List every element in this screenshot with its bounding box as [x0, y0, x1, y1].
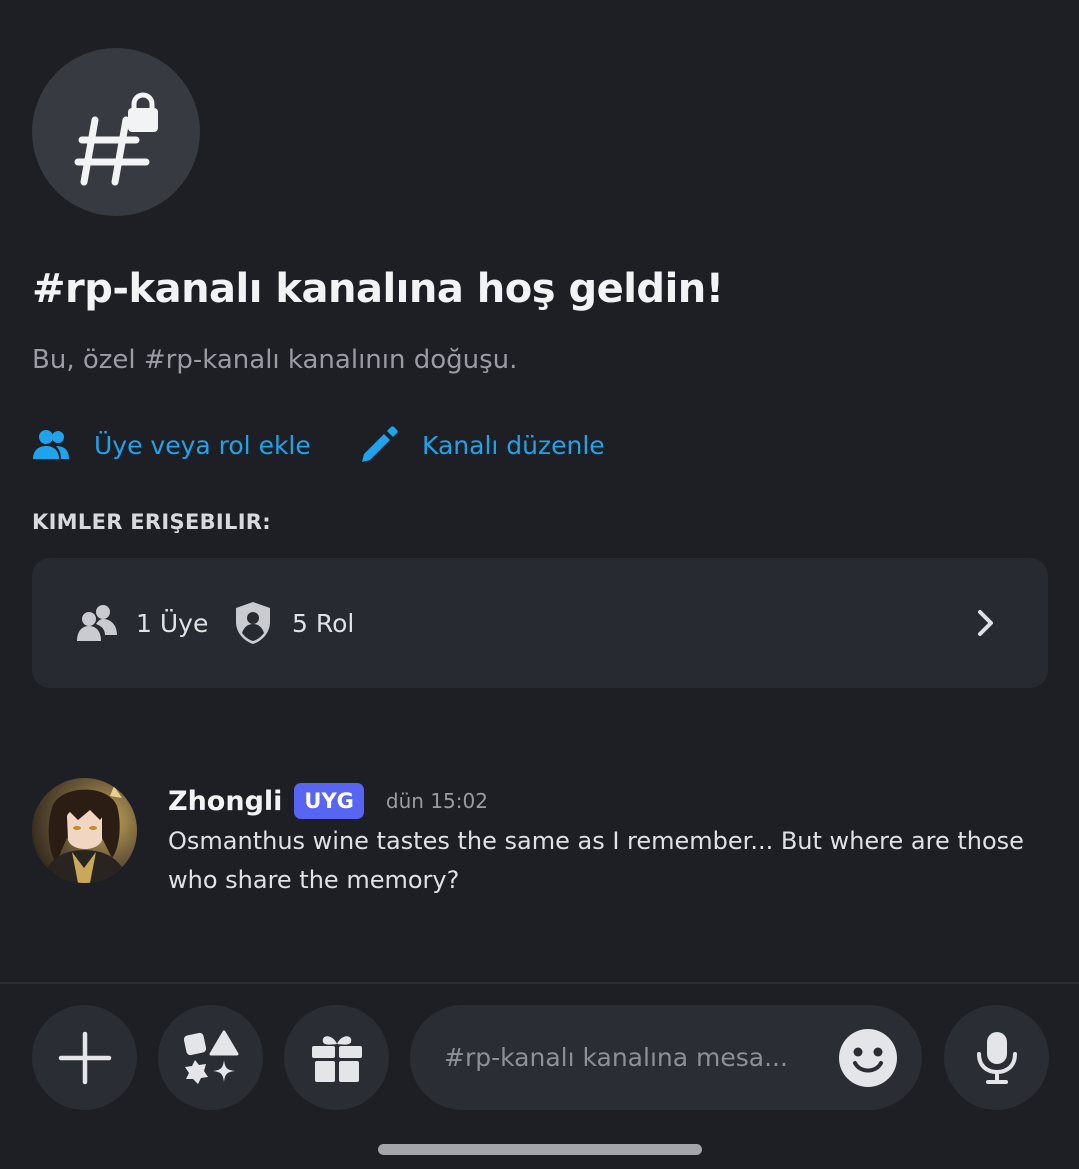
add-member-button[interactable]: Üye veya rol ekle [32, 422, 311, 468]
channel-icon [32, 48, 200, 216]
message-input[interactable] [444, 1005, 824, 1110]
chevron-right-icon [978, 610, 993, 636]
message-text: Osmanthus wine tastes the same as I reme… [168, 827, 1024, 894]
members-label: 1 Üye [136, 608, 209, 638]
shield-icon [236, 602, 270, 644]
access-header: KIMLER ERIŞEBILIR: [32, 510, 271, 534]
apps-icon [183, 1030, 238, 1084]
hashtag-lock-icon [74, 92, 158, 186]
members-icon [77, 605, 117, 641]
roles-count: 5 Rol [234, 596, 354, 650]
welcome-subtitle: Bu, özel #rp-kanalı kanalının doğuşu. [32, 345, 518, 375]
gift-icon [311, 1035, 362, 1082]
avatar[interactable] [32, 778, 137, 883]
microphone-icon [976, 1031, 1017, 1084]
message-header: Zhongli UYG dün 15:02 [168, 780, 488, 822]
zhongli-avatar-image [32, 778, 137, 883]
message-author[interactable]: Zhongli [168, 786, 282, 817]
pencil-icon [362, 426, 398, 462]
add-user-icon [33, 430, 69, 459]
voice-message-button[interactable] [944, 1005, 1049, 1110]
welcome-title: #rp-kanalı kanalına hoş geldin! [32, 266, 724, 312]
home-indicator[interactable] [378, 1144, 702, 1155]
gift-button[interactable] [284, 1005, 389, 1110]
plus-icon [58, 1031, 111, 1084]
app-tag-badge: UYG [294, 783, 364, 819]
message-timestamp: dün 15:02 [385, 789, 488, 813]
emoji-icon[interactable] [838, 1028, 898, 1088]
attach-button[interactable] [32, 1005, 137, 1110]
edit-channel-button[interactable]: Kanalı düzenle [360, 422, 605, 468]
add-member-label: Üye veya rol ekle [94, 430, 311, 460]
roles-label: 5 Rol [292, 608, 355, 638]
message-input-container [410, 1005, 922, 1110]
channel-page: #rp-kanalı kanalına hoş geldin! Bu, özel… [0, 0, 1079, 1169]
access-card[interactable]: 1 Üye 5 Rol [32, 558, 1048, 688]
apps-button[interactable] [158, 1005, 263, 1110]
members-count: 1 Üye [76, 596, 208, 650]
edit-channel-label: Kanalı düzenle [422, 430, 605, 460]
